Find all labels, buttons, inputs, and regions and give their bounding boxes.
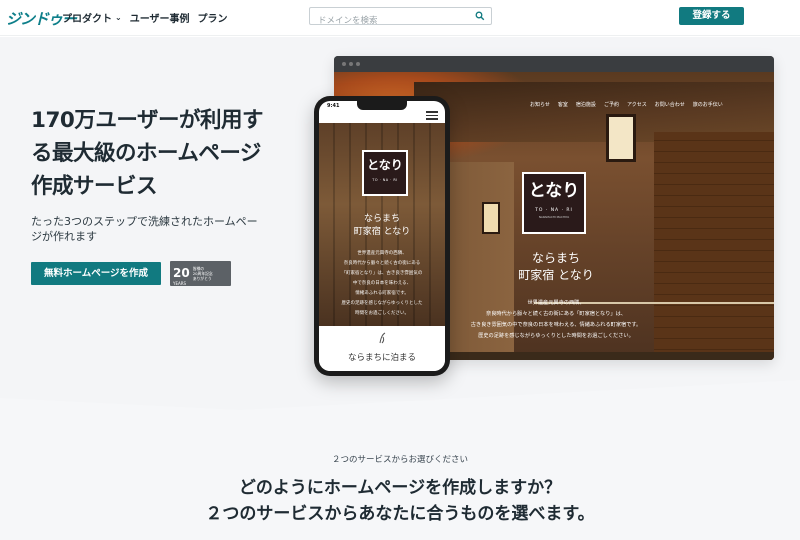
badge-text: ありがとう bbox=[192, 276, 212, 281]
sample-nav-item: 客室 bbox=[557, 102, 568, 108]
tonari-emblem: となり TO · NA · RI NARAMACHI MACHIYA bbox=[522, 172, 586, 234]
sample-nav-item: アクセス bbox=[626, 102, 647, 108]
mobile-body-line: 奈良時代から脈々と続く古の街にある bbox=[343, 261, 421, 266]
badge-number: 20 bbox=[173, 265, 190, 280]
hero-headline-line: 作成サービス bbox=[31, 174, 158, 199]
services-heading-line: ２つのサービスからあなたに合うものを選べます。 bbox=[205, 504, 595, 524]
sample-nav-item: 旅のお手伝い bbox=[692, 102, 723, 108]
sample-body-line: 世界遺産元興寺の西隣、 bbox=[527, 300, 585, 306]
mobile-body-line: 「町家宿となり」は、古き良き雰囲気の bbox=[341, 271, 423, 276]
hero-subtext: たった3つのステップで洗練されたホームペー ジが作れます bbox=[31, 214, 301, 244]
mobile-body-line: 時間をお過ごしください。 bbox=[355, 311, 409, 316]
sample-site-title: ならまち 町家宿 となり bbox=[510, 250, 602, 284]
mobile-title-line: ならまち bbox=[363, 214, 400, 224]
hero-headline-line: る最大級のホームページ bbox=[31, 141, 261, 166]
nav-item-product-label: プロダクト bbox=[62, 14, 112, 25]
sample-body-line: 奈良時代から脈々と続く古の街にある「町家宿となり」は、 bbox=[486, 311, 626, 317]
anniversary-badge: 20 YEARS 皆様の 20周年記念 ありがとう bbox=[170, 261, 231, 286]
mobile-title-line: 町家宿 となり bbox=[353, 227, 411, 237]
mobile-body-line: 情緒あふれる町家宿です。 bbox=[355, 291, 409, 296]
hero-divider bbox=[0, 370, 800, 420]
hero-headline-line: 170万ユーザーが利用す bbox=[31, 108, 263, 133]
sample-body-line: 古き良き雰囲気の中で奈良の日本を味わえる、情緒あふれる町家宿です。 bbox=[470, 322, 642, 328]
tonari-emblem-mobile: となり TO · NA · RI bbox=[362, 150, 408, 196]
nav-item-user-cases-label: ユーザー事例 bbox=[129, 14, 190, 25]
main-nav: プロダクト ⌄ ユーザー事例 プラン bbox=[62, 10, 228, 25]
domain-search bbox=[309, 7, 492, 29]
tonari-logo-mark: となり bbox=[367, 158, 403, 172]
browser-chrome bbox=[334, 56, 774, 72]
sample-site-nav: お知らせ 客室 宿泊施設 ご予約 アクセス お問い合わせ 旅のお手伝い bbox=[530, 101, 723, 108]
window-dot-icon bbox=[342, 62, 346, 66]
sample-site-mobile-image: となり TO · NA · RI ならまち 町家宿 となり 世界遺産元興寺の西隣… bbox=[319, 123, 445, 326]
nav-item-plans-label: プラン bbox=[197, 14, 228, 25]
phone-screen: 9:41 となり TO · NA · RI ならまち 町家宿 となり 世界遺産元… bbox=[319, 101, 445, 371]
nav-item-plans[interactable]: プラン bbox=[198, 10, 228, 25]
phone-status-time: 9:41 bbox=[327, 103, 340, 109]
mobile-body-line: 歴史の足跡を感じながらゆっくりとした bbox=[341, 301, 423, 306]
emblem-roman: TO · NA · RI bbox=[372, 178, 398, 182]
hero-subtext-line: たった3つのステップで洗練されたホームペー bbox=[31, 215, 258, 228]
domain-search-input[interactable] bbox=[318, 13, 478, 29]
mobile-stay-section: ならまちに泊まる bbox=[319, 326, 445, 371]
sample-site-body: 世界遺産元興寺の西隣、 奈良時代から脈々と続く古の街にある「町家宿となり」は、 … bbox=[446, 298, 666, 342]
hamburger-menu-icon bbox=[426, 111, 438, 120]
mobile-site-body: 世界遺産元興寺の西隣、 奈良時代から脈々と続く古の街にある 「町家宿となり」は、… bbox=[319, 249, 445, 319]
sample-nav-item: ご予約 bbox=[603, 102, 619, 108]
chevron-down-icon: ⌄ bbox=[115, 13, 122, 22]
sample-title-line: 町家宿 となり bbox=[518, 268, 594, 282]
services-heading-line: どのようにホームページを作成しますか？ bbox=[238, 478, 562, 498]
window-dot-icon bbox=[349, 62, 353, 66]
nav-item-user-cases[interactable]: ユーザー事例 bbox=[130, 10, 190, 25]
hero-headline: 170万ユーザーが利用す る最大級のホームページ 作成サービス bbox=[31, 104, 301, 203]
lantern-image bbox=[482, 202, 500, 234]
services-heading: どのようにホームページを作成しますか？ ２つのサービスからあなたに合うものを選べ… bbox=[0, 475, 800, 527]
mobile-site-title: ならまち 町家宿 となり bbox=[319, 213, 445, 239]
mobile-body-line: 中で奈良の日本を味わえる、 bbox=[352, 281, 412, 286]
create-free-homepage-button[interactable]: 無料ホームページを作成 bbox=[31, 262, 161, 285]
stay-label: ならまちに泊まる bbox=[347, 353, 416, 363]
badge-unit: YEARS bbox=[173, 280, 187, 286]
signup-button[interactable]: 登録する bbox=[679, 7, 744, 25]
sample-nav-item: 宿泊施設 bbox=[575, 102, 596, 108]
sample-nav-item: お問い合わせ bbox=[654, 102, 685, 108]
window-dot-icon bbox=[356, 62, 360, 66]
emblem-roman: TO · NA · RI bbox=[535, 208, 573, 213]
site-header: ジンドゥー プロダクト ⌄ ユーザー事例 プラン 登録する bbox=[0, 0, 800, 36]
wooden-door-image bbox=[654, 132, 774, 360]
tonari-logo-mark: となり bbox=[528, 181, 580, 201]
nav-item-product[interactable]: プロダクト ⌄ bbox=[62, 10, 122, 25]
sample-title-line: ならまち bbox=[531, 251, 580, 265]
sample-body-line: 歴史の足跡を感じながらゆっくりとした時間をお過ごしください。 bbox=[478, 333, 634, 339]
phone-mockup: 9:41 となり TO · NA · RI ならまち 町家宿 となり 世界遺産元… bbox=[314, 96, 450, 376]
calligraphy-mark-icon bbox=[379, 332, 386, 344]
mobile-body-line: 世界遺産元興寺の西隣、 bbox=[357, 251, 407, 256]
hero-subtext-line: ジが作れます bbox=[31, 230, 97, 243]
phone-notch bbox=[357, 101, 407, 110]
emblem-tag: NARAMACHI MACHIYA bbox=[538, 215, 570, 219]
search-icon[interactable] bbox=[475, 11, 485, 21]
sample-nav-item: お知らせ bbox=[530, 102, 550, 108]
lantern-image bbox=[606, 114, 636, 162]
services-kicker: ２つのサービスからお選びください bbox=[331, 455, 468, 465]
